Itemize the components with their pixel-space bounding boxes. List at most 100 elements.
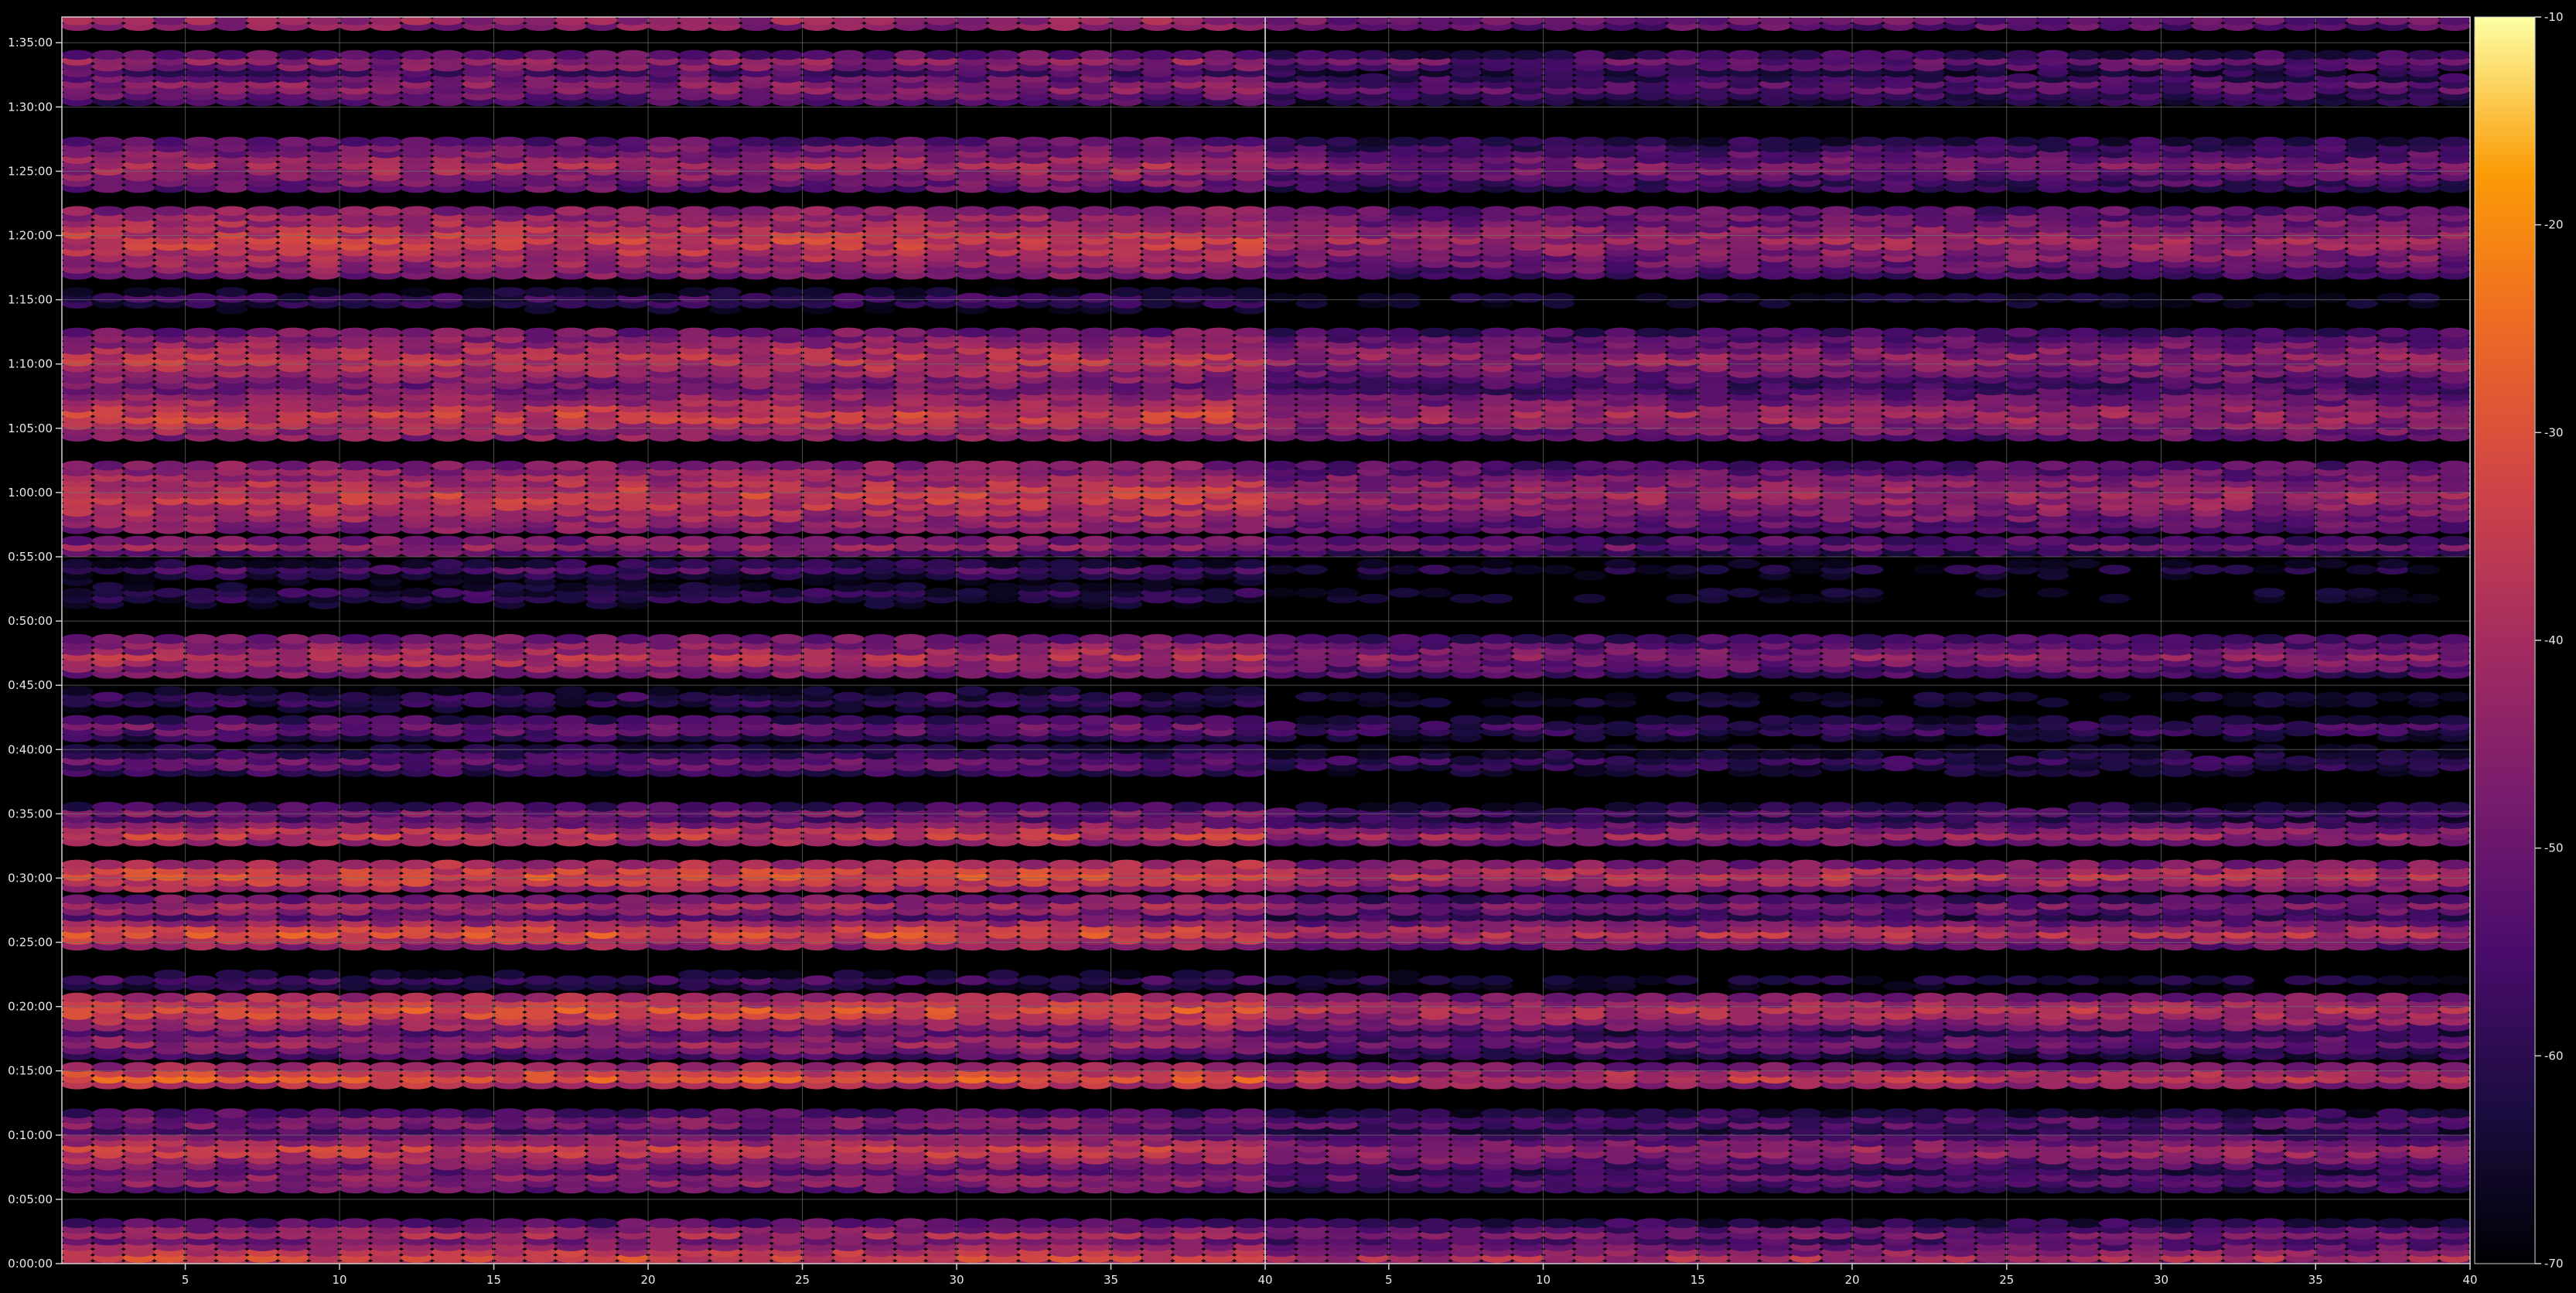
- heatmap-cell: [1110, 558, 1143, 569]
- heatmap-cell: [1049, 327, 1081, 338]
- heatmap-cell: [740, 992, 773, 1003]
- heatmap-cell: [462, 691, 495, 702]
- heatmap-cell: [740, 894, 773, 905]
- heatmap-cell: [832, 1062, 865, 1073]
- heatmap-cell: [308, 992, 340, 1003]
- heatmap-cell: [370, 460, 402, 471]
- heatmap-cell: [801, 460, 834, 471]
- heatmap-cell: [925, 859, 957, 870]
- heatmap-cell: [62, 287, 94, 297]
- heatmap-cell: [709, 1218, 742, 1229]
- heatmap-cell: [277, 894, 309, 905]
- heatmap-cell: [832, 558, 865, 569]
- heatmap-cell: [1172, 535, 1205, 546]
- heatmap-cell: [554, 287, 587, 297]
- heatmap-cell: [554, 715, 587, 725]
- heatmap-cell: [863, 992, 896, 1003]
- heatmap-cell: [62, 460, 94, 471]
- heatmap-cell: [153, 1218, 186, 1229]
- heatmap-cell: [92, 744, 125, 754]
- heatmap-cell: [956, 801, 988, 812]
- heatmap-cell: [92, 1062, 125, 1073]
- heatmap-cell: [493, 1108, 526, 1118]
- heatmap-cell: [123, 801, 155, 812]
- heatmap-cell: [339, 715, 371, 725]
- heatmap-cell: [123, 975, 155, 985]
- heatmap-cell: [401, 992, 433, 1003]
- heatmap-cell: [308, 327, 340, 338]
- heatmap-cell: [925, 588, 957, 598]
- heatmap-cell: [740, 801, 773, 812]
- heatmap-cell: [770, 460, 804, 471]
- heatmap-cell: [277, 715, 309, 725]
- heatmap-cell: [1172, 992, 1205, 1003]
- heatmap-cell: [277, 975, 309, 985]
- heatmap-cell: [1049, 1218, 1081, 1229]
- heatmap-cell: [308, 686, 340, 696]
- heatmap-cell: [62, 327, 94, 338]
- heatmap-cell: [740, 715, 773, 725]
- heatmap-cell: [215, 1218, 248, 1229]
- heatmap-cell: [1172, 801, 1205, 812]
- heatmap-cell: [246, 535, 278, 546]
- heatmap-cell: [956, 460, 988, 471]
- heatmap-cell: [1049, 535, 1081, 546]
- heatmap-cell: [123, 535, 155, 546]
- heatmap-cell: [1079, 894, 1112, 905]
- heatmap-cell: [92, 715, 125, 725]
- heatmap-cell: [215, 801, 248, 812]
- heatmap-cell: [215, 287, 248, 297]
- heatmap-cell: [277, 327, 309, 338]
- heatmap-cell: [153, 558, 186, 569]
- heatmap-cell: [925, 715, 957, 725]
- heatmap-cell: [432, 535, 464, 546]
- heatmap-cell: [801, 535, 834, 546]
- heatmap-cell: [153, 715, 186, 725]
- heatmap-cell: [1110, 894, 1143, 905]
- heatmap-cell: [153, 859, 186, 870]
- heatmap-cell: [863, 859, 896, 870]
- heatmap-cell: [678, 633, 711, 644]
- heatmap-cell: [554, 975, 587, 985]
- heatmap-cell: [1233, 1218, 1265, 1229]
- heatmap-cell: [1049, 558, 1081, 569]
- heatmap-cell: [184, 460, 217, 471]
- heatmap-cell: [92, 691, 125, 702]
- heatmap-cell: [1079, 801, 1112, 812]
- heatmap-cell: [1110, 287, 1143, 297]
- heatmap-cell: [863, 633, 896, 644]
- heatmap-cell: [462, 992, 495, 1003]
- heatmap-cell: [740, 1108, 773, 1118]
- heatmap-cell: [1018, 894, 1050, 905]
- heatmap-cell: [894, 801, 926, 812]
- heatmap-cell: [894, 691, 926, 702]
- heatmap-cell: [153, 801, 186, 812]
- heatmap-cell: [92, 633, 125, 644]
- heatmap-cell: [1110, 535, 1143, 546]
- heatmap-cell: [493, 287, 526, 297]
- heatmap-cell: [1018, 292, 1050, 303]
- heatmap-cell: [370, 859, 402, 870]
- heatmap-cell: [1079, 715, 1112, 725]
- heatmap-cell: [308, 715, 340, 725]
- heatmap-cell: [987, 460, 1019, 471]
- heatmap-cell: [1049, 633, 1081, 644]
- heatmap-cell: [987, 859, 1019, 870]
- heatmap-cell: [1172, 859, 1205, 870]
- heatmap-cell: [524, 1218, 557, 1229]
- heatmap-cell: [863, 715, 896, 725]
- heatmap-cell: [987, 1062, 1019, 1073]
- heatmap-cell: [554, 859, 587, 870]
- heatmap-cell: [616, 535, 649, 546]
- heatmap-cell: [493, 535, 526, 546]
- heatmap-cell: [62, 686, 94, 696]
- heatmap-cell: [1172, 287, 1205, 297]
- heatmap-cell: [585, 801, 618, 812]
- heatmap-cell: [925, 969, 957, 980]
- heatmap-cell: [647, 715, 680, 725]
- heatmap-cell: [184, 327, 217, 338]
- heatmap-cell: [215, 715, 248, 725]
- heatmap-cell: [432, 1218, 464, 1229]
- heatmap-cell: [1233, 894, 1265, 905]
- heatmap-cell: [339, 535, 371, 546]
